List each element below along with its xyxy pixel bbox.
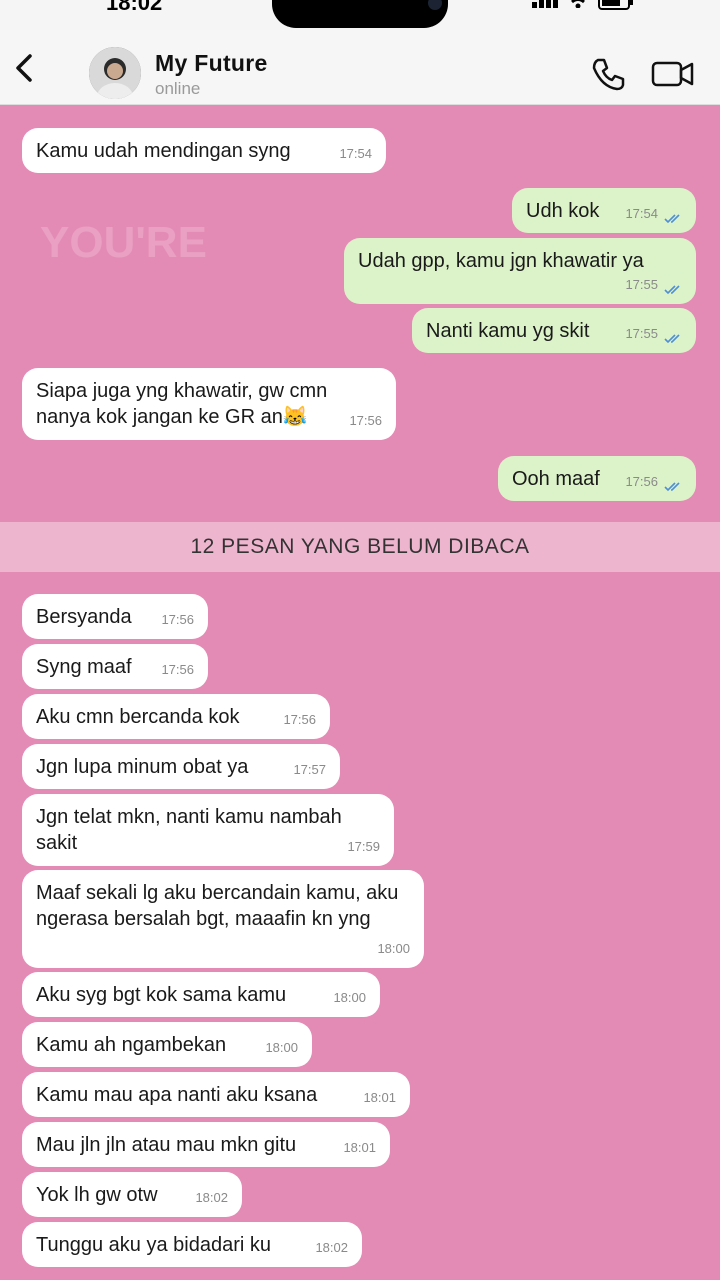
message-time: 17:54 <box>339 146 372 161</box>
message-time: 17:56 <box>349 413 382 428</box>
message-bubble[interactable]: Jgn lupa minum obat ya 17:57 <box>22 744 340 789</box>
message-bubble[interactable]: Mau jln jln atau mau mkn gitu 18:01 <box>22 1122 390 1167</box>
message-text: Nanti kamu yg skit <box>426 320 590 342</box>
watermark-text: YOU'RE <box>40 218 207 267</box>
message-time: 17:55 <box>625 326 658 341</box>
contact-name[interactable]: My Future <box>155 50 268 77</box>
read-tick-icon <box>664 285 680 295</box>
message-time: 17:56 <box>283 712 316 727</box>
message-bubble[interactable]: Aku syg bgt kok sama kamu 18:00 <box>22 972 380 1017</box>
message-text: Jgn telat mkn, nanti kamu nambah sakit <box>36 806 342 854</box>
unread-banner-text: 12 PESAN YANG BELUM DIBACA <box>190 535 530 558</box>
wifi-icon <box>571 0 585 8</box>
message-text: Mau jln jln atau mau mkn gitu <box>36 1134 297 1156</box>
message-text: Udah gpp, kamu jgn khawatir ya <box>358 250 644 272</box>
message-text: Syng maaf <box>36 656 132 678</box>
message-time: 17:57 <box>293 762 326 777</box>
read-tick-icon <box>664 214 680 224</box>
unread-messages-banner: 12 PESAN YANG BELUM DIBACA <box>0 522 720 572</box>
message-bubble[interactable]: Siapa juga yng khawatir, gw cmn nanya ko… <box>22 368 396 440</box>
message-bubble[interactable]: Syng maaf 17:56 <box>22 644 208 689</box>
message-bubble[interactable]: Bersyanda 17:56 <box>22 594 208 639</box>
message-text: Yok lh gw otw <box>36 1184 158 1206</box>
message-time: 17:56 <box>161 662 194 677</box>
message-text: Tunggu aku ya bidadari ku <box>36 1234 271 1256</box>
message-text: Bersyanda <box>36 606 132 628</box>
message-bubble[interactable]: Udah gpp, kamu jgn khawatir ya 17:55 <box>344 238 696 304</box>
message-time: 17:59 <box>347 839 380 854</box>
message-time: 18:00 <box>333 990 366 1005</box>
message-time: 18:02 <box>315 1240 348 1255</box>
video-call-icon[interactable] <box>650 56 696 92</box>
message-text: Siapa juga yng khawatir, gw cmn nanya ko… <box>36 380 328 428</box>
message-text: Maaf sekali lg aku bercandain kamu, aku … <box>36 882 399 930</box>
back-chevron-icon[interactable] <box>10 48 40 88</box>
message-time: 17:56 <box>161 612 194 627</box>
message-bubble[interactable]: Yok lh gw otw 18:02 <box>22 1172 242 1217</box>
message-time: 18:01 <box>343 1140 376 1155</box>
message-text: Jgn lupa minum obat ya <box>36 756 249 778</box>
dynamic-island <box>272 0 448 28</box>
message-bubble[interactable]: Jgn telat mkn, nanti kamu nambah sakit 1… <box>22 794 394 866</box>
chat-header: My Future online <box>0 30 720 105</box>
message-text: Kamu ah ngambekan <box>36 1034 227 1056</box>
avatar-photo <box>89 47 141 99</box>
message-bubble[interactable]: Kamu mau apa nanti aku ksana 18:01 <box>22 1072 410 1117</box>
message-bubble[interactable]: Aku cmn bercanda kok 17:56 <box>22 694 330 739</box>
message-text: Udh kok <box>526 200 600 222</box>
signal-icon <box>532 0 558 8</box>
status-time: 18:02 <box>106 0 163 15</box>
message-time: 17:54 <box>625 206 658 221</box>
message-bubble[interactable]: Udh kok 17:54 <box>512 188 696 233</box>
message-text: Aku syg bgt kok sama kamu <box>36 984 287 1006</box>
chat-screen: 18:02 My Future online YOU'RE Kamu udah … <box>0 0 720 1280</box>
message-bubble[interactable]: Tunggu aku ya bidadari ku 18:02 <box>22 1222 362 1267</box>
avatar[interactable] <box>89 47 141 99</box>
message-text: Kamu udah mendingan syng <box>36 140 291 162</box>
message-time: 18:00 <box>265 1040 298 1055</box>
battery-icon <box>598 0 633 10</box>
message-time: 17:55 <box>625 277 658 292</box>
message-bubble[interactable]: Ooh maaf 17:56 <box>498 456 696 501</box>
message-time: 17:56 <box>625 474 658 489</box>
message-bubble[interactable]: Nanti kamu yg skit 17:55 <box>412 308 696 353</box>
message-time: 18:00 <box>377 941 410 956</box>
phone-icon[interactable] <box>588 54 628 94</box>
message-text: Kamu mau apa nanti aku ksana <box>36 1084 318 1106</box>
read-tick-icon <box>664 334 680 344</box>
message-bubble[interactable]: Maaf sekali lg aku bercandain kamu, aku … <box>22 870 424 968</box>
message-bubble[interactable]: Kamu ah ngambekan 18:00 <box>22 1022 312 1067</box>
status-bar: 18:02 <box>0 0 720 30</box>
message-text: Aku cmn bercanda kok <box>36 706 240 728</box>
read-tick-icon <box>664 482 680 492</box>
message-text: Ooh maaf <box>512 468 600 490</box>
message-time: 18:02 <box>195 1190 228 1205</box>
message-bubble[interactable]: Kamu udah mendingan syng 17:54 <box>22 128 386 173</box>
contact-status: online <box>155 79 201 98</box>
message-time: 18:01 <box>363 1090 396 1105</box>
